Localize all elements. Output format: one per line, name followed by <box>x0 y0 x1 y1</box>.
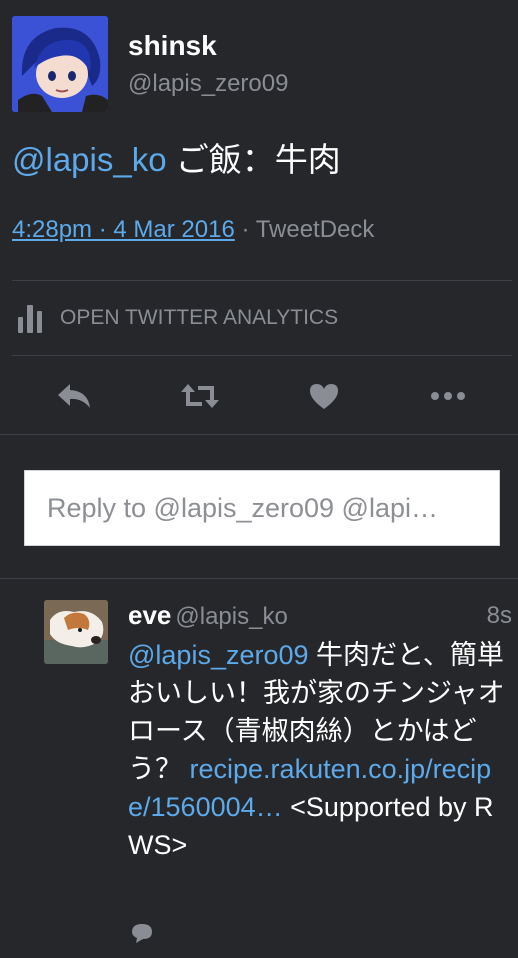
author-name[interactable]: shinsk <box>128 30 217 62</box>
reply-header: eve @lapis_ko 8s <box>128 600 512 634</box>
reply-mention-link[interactable]: @lapis_zero09 <box>128 640 309 670</box>
analytics-label: OPEN TWITTER ANALYTICS <box>60 306 339 329</box>
author-avatar[interactable] <box>12 16 108 112</box>
tweet-detail-column: shinsk @lapis_zero09 @lapis_ko ご飯：牛肉 4:2… <box>0 0 518 958</box>
reply-input[interactable]: Reply to @lapis_zero09 @lapi… <box>24 470 500 546</box>
like-icon <box>310 384 338 409</box>
tweet-body: ご飯：牛肉 <box>166 141 341 178</box>
tweet-meta: 4:28pm · 4 Mar 2016 · TweetDeck <box>12 216 374 244</box>
reply-author-handle[interactable]: @lapis_ko <box>175 603 287 630</box>
tweet-timestamp-link[interactable]: 4:28pm · 4 Mar 2016 <box>12 216 235 243</box>
tweet-text: @lapis_ko ご飯：牛肉 <box>12 138 506 182</box>
divider <box>0 434 518 435</box>
more-icon <box>431 392 465 400</box>
retweet-button[interactable] <box>170 372 230 420</box>
divider <box>12 280 512 281</box>
comment-icon <box>132 924 152 943</box>
divider <box>0 578 518 579</box>
divider <box>12 355 512 356</box>
tweet-mention-link[interactable]: @lapis_ko <box>12 141 167 178</box>
open-analytics-button[interactable]: OPEN TWITTER ANALYTICS <box>18 300 338 336</box>
tweet-actions <box>0 372 518 420</box>
reply-author-avatar[interactable] <box>44 600 108 664</box>
retweet-icon <box>181 384 219 408</box>
reply-author-name[interactable]: eve <box>128 600 171 630</box>
reply-icon <box>58 384 90 408</box>
like-button[interactable] <box>294 372 354 420</box>
reply-text: @lapis_zero09 牛肉だと、簡単おいしい！我が家のチンジャオロース（青… <box>128 636 512 864</box>
more-button[interactable] <box>418 372 478 420</box>
reply-button[interactable] <box>44 372 104 420</box>
reply-time[interactable]: 8s <box>487 602 512 630</box>
bar-chart-icon <box>18 303 46 333</box>
author-handle[interactable]: @lapis_zero09 <box>128 70 288 98</box>
reply-comment-button[interactable] <box>130 922 154 949</box>
tweet-client: · TweetDeck <box>234 216 375 243</box>
